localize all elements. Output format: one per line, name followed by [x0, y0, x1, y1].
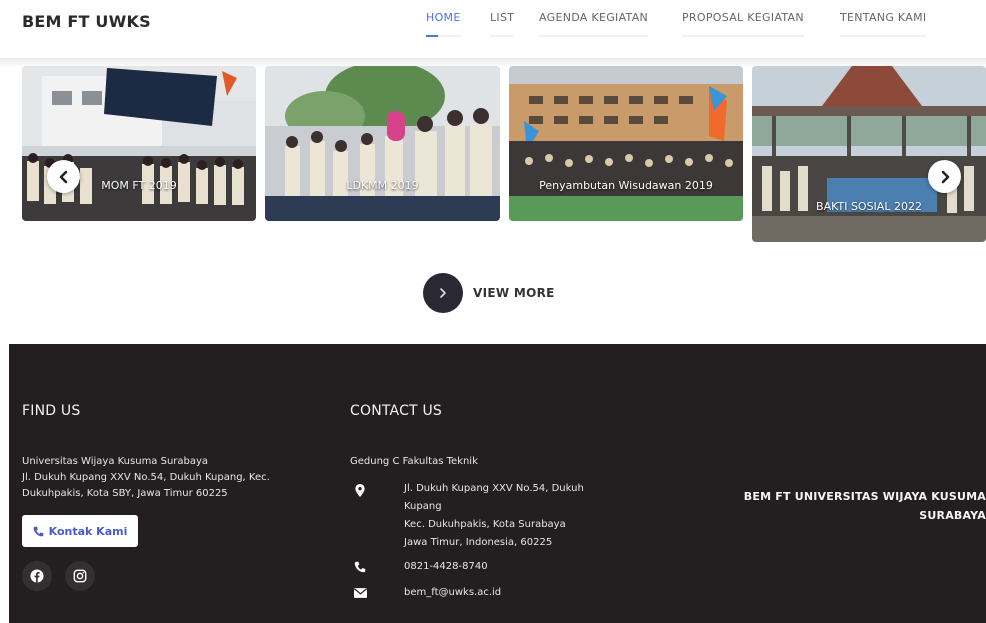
- carousel-caption: Penyambutan Wisudawan 2019: [539, 179, 713, 192]
- carousel-card[interactable]: BAKTI SOSIAL 2022: [752, 66, 986, 242]
- view-more-circle: [423, 273, 463, 313]
- nav-home[interactable]: HOME: [426, 11, 461, 37]
- chevron-right-icon: [440, 288, 446, 298]
- phone-icon: [353, 560, 367, 574]
- contact-email[interactable]: bem_ft@uwks.ac.id: [404, 585, 501, 601]
- nav-list[interactable]: LIST: [490, 11, 515, 37]
- address-line: Jawa Timur, Indonesia, 60225: [404, 537, 553, 548]
- facebook-icon: [30, 569, 44, 583]
- contact-button[interactable]: Kontak Kami: [22, 515, 138, 547]
- nav-proposal-kegiatan[interactable]: PROPOSAL KEGIATAN: [682, 11, 804, 37]
- find-us-title: FIND US: [22, 403, 81, 419]
- address-line: Universitas Wijaya Kusuma Surabaya: [22, 456, 209, 467]
- envelope-icon: [353, 586, 367, 600]
- site-footer: FIND US Universitas Wijaya Kusuma Suraba…: [9, 344, 986, 623]
- organization-name: BEM FT UNIVERSITAS WIJAYA KUSUMA SURABAY…: [686, 487, 986, 525]
- event-photo: [265, 66, 500, 221]
- header-divider: [0, 58, 986, 66]
- carousel-card[interactable]: Penyambutan Wisudawan 2019: [509, 66, 743, 221]
- address-line: Jl. Dukuh Kupang XXV No.54, Dukuh: [404, 483, 584, 494]
- phone-icon: [33, 526, 43, 536]
- event-photo: [509, 66, 743, 221]
- address-line: Jl. Dukuh Kupang XXV No.54, Dukuh Kupang…: [22, 472, 270, 483]
- view-more-button[interactable]: VIEW MORE: [423, 273, 555, 313]
- contact-button-label: Kontak Kami: [48, 524, 128, 538]
- nav-agenda-kegiatan[interactable]: AGENDA KEGIATAN: [539, 11, 649, 37]
- event-photo: [752, 66, 986, 242]
- facebook-link[interactable]: [22, 561, 52, 591]
- org-name-line: SURABAYA: [919, 509, 986, 522]
- carousel-card[interactable]: LDKMM 2019: [265, 66, 500, 221]
- address-line: Kupang: [404, 501, 442, 512]
- contact-phone[interactable]: 0821-4428-8740: [404, 559, 488, 575]
- event-photo: [22, 66, 256, 221]
- carousel-caption: BAKTI SOSIAL 2022: [816, 200, 922, 213]
- address-line: Kec. Dukuhpakis, Kota Surabaya: [404, 519, 566, 530]
- building-name: Gedung C Fakultas Teknik: [350, 456, 478, 467]
- nav-tentang-kami[interactable]: TENTANG KAMI: [840, 11, 927, 37]
- carousel-caption: LDKMM 2019: [346, 179, 419, 192]
- view-more-label: VIEW MORE: [473, 286, 555, 300]
- chevron-right-icon: [941, 170, 949, 183]
- site-header: BEM FT UWKS HOME LIST AGENDA KEGIATAN PR…: [0, 0, 986, 58]
- instagram-icon: [73, 569, 87, 583]
- chevron-left-icon: [59, 170, 67, 183]
- main-nav: HOME LIST AGENDA KEGIATAN PROPOSAL KEGIA…: [0, 11, 986, 41]
- find-us-address: Universitas Wijaya Kusuma Surabaya Jl. D…: [22, 454, 270, 502]
- contact-us-title: CONTACT US: [350, 403, 442, 419]
- carousel-prev-button[interactable]: [47, 160, 80, 193]
- carousel-card[interactable]: MOM FT 2019: [22, 66, 256, 221]
- address-line: Dukuhpakis, Kota SBY, Jawa Timur 60225: [22, 488, 228, 499]
- contact-address: Jl. Dukuh Kupang XXV No.54, Dukuh Kupang…: [404, 480, 584, 552]
- org-name-line: BEM FT UNIVERSITAS WIJAYA KUSUMA: [743, 490, 986, 503]
- event-carousel: MOM FT 2019 LDKMM 2019 Penyambutan Wisud…: [0, 66, 986, 246]
- carousel-next-button[interactable]: [928, 160, 961, 193]
- instagram-link[interactable]: [65, 561, 95, 591]
- location-pin-icon: [353, 483, 367, 497]
